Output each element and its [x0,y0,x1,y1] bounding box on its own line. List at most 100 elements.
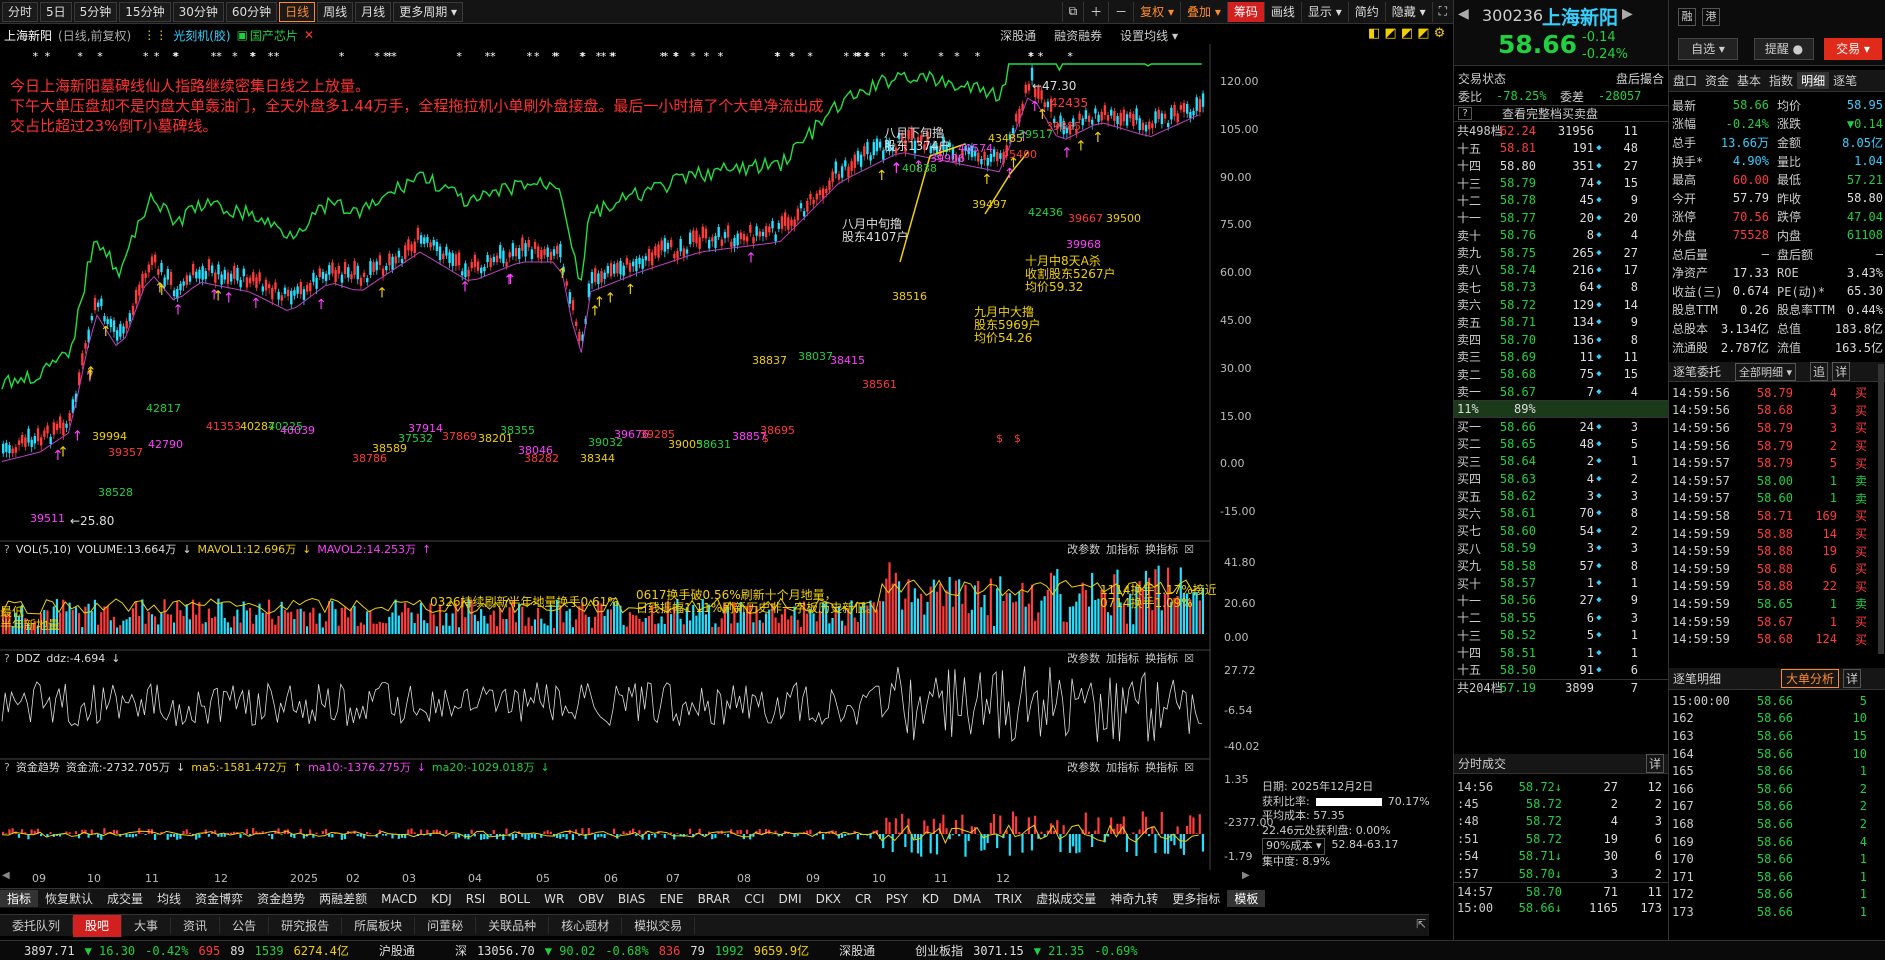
book-level[interactable]: 买七 58.60 54 ◆ 2 [1454,522,1668,539]
plus-icon[interactable]: ＋ [1083,1,1108,22]
right-tab[interactable]: 盘口 [1669,72,1701,89]
link-hk-connect[interactable]: 深股通 [1000,27,1036,44]
indicator-tab[interactable]: 均线 [150,890,188,907]
book-level[interactable]: 十一 58.56 27 ◆ 9 [1454,592,1668,609]
book-level[interactable]: 卖一 58.67 7 ◆ 4 [1454,383,1668,400]
bottom-tab[interactable]: 问董秘 [415,917,477,934]
book-level[interactable]: 十五 58.50 91 ◆ 6 [1454,661,1668,678]
bottom-tab[interactable]: 股吧 [73,914,123,937]
full-book-row[interactable]: ? 查看完整档买卖盘 [1454,104,1668,123]
bottom-tab[interactable]: 模拟交易 [622,917,696,934]
book-level[interactable]: 卖十 58.76 8 ◆ 4 [1454,227,1668,244]
ddz-edit-params[interactable]: 改参数 [1067,650,1100,666]
concept-tag-2[interactable]: 国产芯片 [250,27,298,44]
order-chase-button[interactable]: 追 [1810,362,1829,381]
indicator-tab[interactable]: CCI [737,892,771,906]
popout-icon[interactable]: ⇱ [1416,917,1426,931]
indicator-tab[interactable]: 更多指标 [1165,890,1227,907]
vol-close-icon[interactable]: ☒ [1184,543,1194,556]
book-level[interactable]: 卖九 58.75 265 ◆ 27 [1454,244,1668,261]
prev-stock-icon[interactable]: ◀ [1458,6,1469,22]
fund-close-icon[interactable]: ☒ [1184,761,1194,774]
indicator-tab[interactable]: RSI [459,892,493,906]
book-level[interactable]: 卖五 58.71 134 ◆ 9 [1454,313,1668,330]
indicator-tab[interactable]: WR [537,892,571,906]
alert-button[interactable]: 提醒 ● [1754,38,1814,60]
book-level[interactable]: 十一 58.77 20 ◆ 20 [1454,209,1668,226]
book-level[interactable]: 卖八 58.74 216 ◆ 17 [1454,261,1668,278]
ddz-switch-indicator[interactable]: 换指标 [1145,650,1178,666]
bottom-tab[interactable]: 核心题材 [549,917,623,934]
indicator-tab[interactable]: DKX [809,892,848,906]
right-tab[interactable]: 明细 [1797,72,1830,89]
chip-cost-select[interactable]: 90%成本 ▾ [1262,838,1326,855]
ddz-close-icon[interactable]: ☒ [1184,652,1194,665]
next-stock-icon[interactable]: ▶ [1622,6,1633,22]
book-level[interactable]: 卖二 58.68 75 ◆ 15 [1454,366,1668,383]
bottom-tab[interactable]: 资讯 [171,917,221,934]
indicator-tab[interactable]: TRIX [988,892,1029,906]
indicator-tab[interactable]: CR [848,892,879,906]
order-scrollbar[interactable] [1878,364,1884,654]
indicator-tab[interactable]: ENE [652,892,690,906]
ddz-help-icon[interactable]: ? [4,652,10,665]
order-filter[interactable]: 全部明细 ▾ [1735,362,1797,381]
layout-icon[interactable]: ⧉ [1061,1,1084,22]
book-level[interactable]: 买十 58.57 1 ◆ 1 [1454,574,1668,591]
draw-button[interactable]: 画线 [1263,1,1301,22]
minus-icon[interactable]: － [1108,1,1133,22]
chart-tools-icons[interactable]: ◧ ◩ ◩ ◩ ⚙ [1368,26,1445,41]
vol-help-icon[interactable]: ? [4,543,10,556]
hk-badge[interactable]: 港 [1702,8,1720,26]
period-tab[interactable]: 更多周期 ▾ [393,1,464,22]
period-tab[interactable]: 分时 [2,1,39,22]
ddz-add-indicator[interactable]: 加指标 [1106,650,1139,666]
book-level[interactable]: 买六 58.61 70 ◆ 8 [1454,505,1668,522]
indicator-tab[interactable]: DMI [772,892,809,906]
period-tab[interactable]: 5日 [40,1,72,22]
period-tab[interactable]: 60分钟 [225,1,278,22]
book-level[interactable]: 买三 58.64 2 ◆ 1 [1454,453,1668,470]
fund-help-icon[interactable]: ? [4,761,10,774]
close-tag-icon[interactable]: ✕ [304,28,314,42]
period-tab[interactable]: 5分钟 [73,1,118,22]
book-level[interactable]: 卖六 58.72 129 ◆ 14 [1454,296,1668,313]
indicator-tab[interactable]: 虚拟成交量 [1029,890,1103,907]
margin-badge[interactable]: 融 [1678,8,1696,26]
right-tab[interactable]: 逐笔 [1829,72,1861,89]
right-tab[interactable]: 资金 [1701,72,1733,89]
watchlist-button[interactable]: 自选 ▾ [1678,38,1738,60]
tick-detail-button[interactable]: 详 [1843,669,1862,688]
bottom-tab[interactable]: 大事 [122,917,172,934]
indicator-tab[interactable]: 模板 [1227,890,1266,907]
indicator-tab[interactable]: MACD [374,892,424,906]
link-ma-settings[interactable]: 设置均线 ▾ [1120,27,1178,44]
indicator-tab[interactable]: 成交量 [100,890,150,907]
indicator-tab[interactable]: OBV [571,892,611,906]
book-level[interactable]: 卖七 58.73 64 ◆ 8 [1454,279,1668,296]
concept-tag-1[interactable]: 光刻机(胶) [173,27,230,44]
book-level[interactable]: 买四 58.63 4 ◆ 2 [1454,470,1668,487]
book-level[interactable]: 十五 58.81 191 ◆ 48 [1454,140,1668,157]
scroll-left-icon[interactable]: ◀ [2,870,10,881]
display-button[interactable]: 显示 ▾ [1300,1,1348,22]
book-level[interactable]: 卖三 58.69 11 ◆ 11 [1454,348,1668,365]
book-level[interactable]: 买二 58.65 48 ◆ 5 [1454,435,1668,452]
chips-button[interactable]: 筹码 [1226,1,1264,22]
fund-add-indicator[interactable]: 加指标 [1106,759,1139,775]
fuquan-button[interactable]: 复权 ▾ [1133,1,1180,22]
indicator-tab[interactable]: 神奇九转 [1103,890,1165,907]
fund-switch-indicator[interactable]: 换指标 [1145,759,1178,775]
bottom-tab[interactable]: 所属板块 [342,917,416,934]
shanghai-connect[interactable]: 沪股通 [379,942,415,959]
expand-icon[interactable]: ⋮⋮ [143,28,167,42]
indicator-tab[interactable]: BOLL [492,892,537,906]
bottom-tab[interactable]: 委托队列 [0,917,74,934]
bottom-tab[interactable]: 研究报告 [269,917,343,934]
right-tab[interactable]: 指数 [1765,72,1797,89]
vol-add-indicator[interactable]: 加指标 [1106,541,1139,557]
indicator-tab[interactable]: KD [915,892,946,906]
indicator-tab[interactable]: 资金趋势 [250,890,312,907]
vol-switch-indicator[interactable]: 换指标 [1145,541,1178,557]
book-level[interactable]: 十四 58.51 1 ◆ 1 [1454,644,1668,661]
